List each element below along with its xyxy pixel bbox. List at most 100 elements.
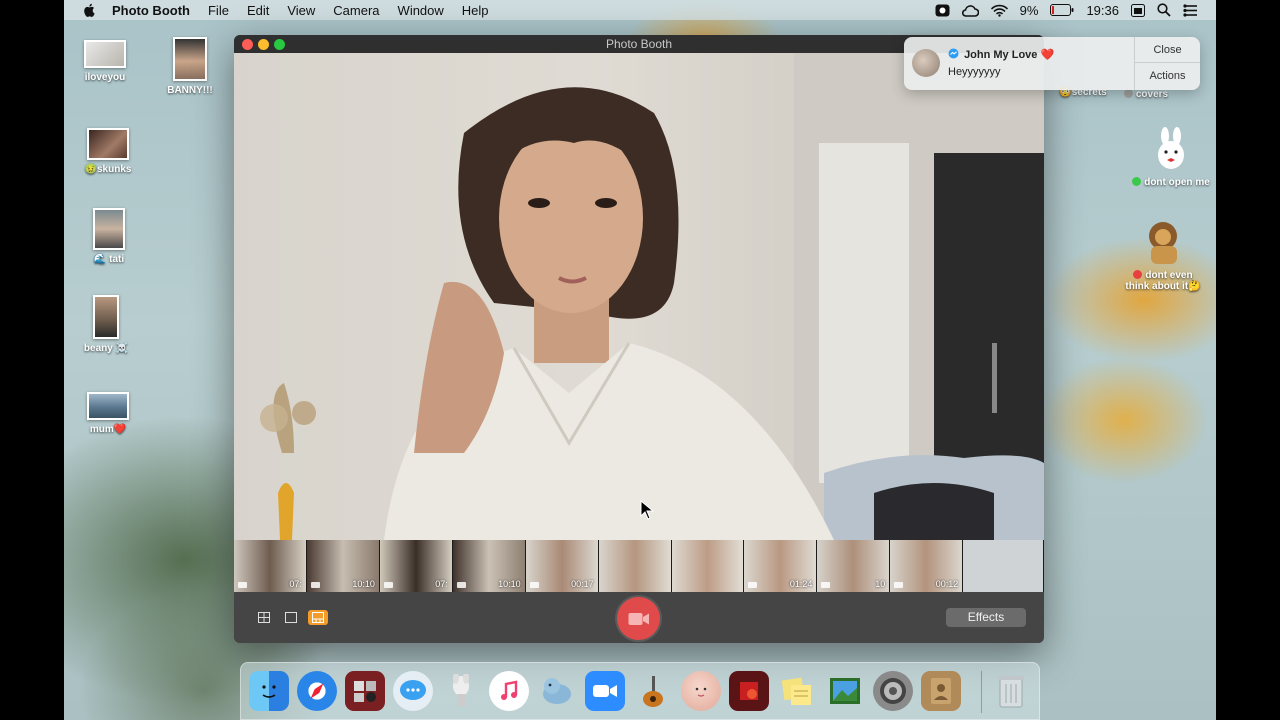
status-area: 9% 19:36: [935, 0, 1198, 20]
clip-duration: 10:10: [352, 579, 375, 589]
effects-button[interactable]: Effects: [946, 608, 1026, 627]
music-icon[interactable]: [489, 671, 529, 711]
search-icon[interactable]: [1157, 3, 1171, 17]
lion-icon: [1149, 222, 1177, 264]
clip-duration: 07:: [289, 579, 302, 589]
finder-icon[interactable]: [249, 671, 289, 711]
wifi-icon[interactable]: [990, 4, 1008, 17]
video-clip-icon: [456, 582, 466, 588]
notification-actions: Close Actions: [1134, 37, 1200, 90]
desktop-icon-covers[interactable]: covers: [1101, 89, 1191, 100]
desktop-icon-emoji: 🤢: [84, 164, 97, 175]
battery-percent[interactable]: 9%: [1020, 3, 1039, 18]
menu-view[interactable]: View: [287, 3, 315, 18]
stickies-icon[interactable]: [777, 671, 817, 711]
creative-cloud-icon[interactable]: [961, 4, 979, 17]
seal-app-icon[interactable]: [537, 671, 577, 711]
message-notification[interactable]: John My Love ❤️ Heyyyyyyy Close Actions: [904, 37, 1200, 90]
grid-view-button[interactable]: [254, 610, 274, 625]
filmstrip-view-button[interactable]: [308, 610, 328, 625]
desktop-icon-label: BANNY!!!: [167, 85, 213, 96]
mail-icon[interactable]: [441, 671, 481, 711]
thumbnail-clip[interactable]: 10:10: [306, 540, 380, 592]
apple-menu-icon[interactable]: [82, 3, 98, 17]
clock[interactable]: 19:36: [1086, 3, 1119, 18]
notification-close-button[interactable]: Close: [1135, 37, 1200, 63]
desktop-icon-beany[interactable]: beany ☠️: [64, 295, 151, 354]
thumbnail-strip: 07: 10:10 07: 10:10 00:17 01:24 10 00:12: [234, 540, 1044, 592]
desktop-icon-skunks[interactable]: 🤢skunks: [64, 128, 153, 175]
desktop-icon-label-line2: think about it: [1125, 281, 1189, 292]
record-button[interactable]: [617, 597, 660, 640]
menu-camera[interactable]: Camera: [333, 3, 379, 18]
messages-icon[interactable]: [393, 671, 433, 711]
face-app-icon[interactable]: [681, 671, 721, 711]
screen-record-icon[interactable]: [935, 4, 950, 17]
clip-duration: 01:24: [789, 579, 813, 589]
filmstrip-view-icon: [312, 612, 324, 623]
desktop-icon-banny[interactable]: BANNY!!!: [145, 37, 235, 96]
menu-window[interactable]: Window: [398, 3, 444, 18]
photo-booth-window: Photo Booth 07: 10:10 07: 10:10 00:17 01…: [234, 35, 1044, 643]
desktop-icon-emoji: ☠️: [115, 343, 129, 354]
desktop-icon-emoji: 🤔: [1188, 281, 1201, 292]
desktop-icon-emoji: ❤️: [113, 424, 127, 435]
desktop-icon-label: mum: [89, 424, 114, 435]
video-clip-icon: [748, 582, 758, 588]
thumbnail-clip[interactable]: 07:: [234, 540, 307, 592]
preview-icon[interactable]: [825, 671, 865, 711]
thumbnail-clip[interactable]: 00:12: [890, 540, 964, 592]
system-preferences-icon[interactable]: [873, 671, 913, 711]
thumbnail-clip[interactable]: 01:24: [744, 540, 818, 592]
contacts-icon[interactable]: [921, 671, 961, 711]
desktop-icon-iloveyou[interactable]: iloveyou: [64, 40, 150, 83]
avatar: [912, 49, 940, 77]
camera-preview: [234, 53, 1044, 540]
video-clip-icon: [894, 582, 904, 588]
menu-app-name[interactable]: Photo Booth: [112, 3, 190, 18]
thumbnail-clip-recording[interactable]: [963, 540, 1044, 592]
mouse-cursor-icon: [640, 500, 654, 520]
clip-duration: 10: [875, 579, 886, 589]
control-center-icon[interactable]: [1183, 3, 1198, 17]
calendar-icon[interactable]: [1131, 3, 1145, 17]
file-thumbnail: [87, 128, 129, 160]
desktop-icon-tati[interactable]: 🌊 tati: [64, 208, 154, 265]
photo-booth-alt-icon[interactable]: [729, 671, 769, 711]
garageband-icon[interactable]: [633, 671, 673, 711]
thumbnail-clip[interactable]: [671, 540, 745, 592]
thumbnail-clip[interactable]: 10: [817, 540, 891, 592]
fullscreen-window-button[interactable]: [274, 39, 285, 50]
video-camera-icon: [628, 612, 649, 625]
video-clip-icon: [310, 582, 320, 588]
desktop-icon-dont-even-think[interactable]: dont even think about it🤔: [1108, 220, 1216, 292]
thumbnail-clip[interactable]: 10:10: [452, 540, 526, 592]
thumbnail-clip[interactable]: 07:: [379, 540, 453, 592]
video-clip-icon: [238, 582, 247, 588]
notification-actions-button[interactable]: Actions: [1135, 63, 1200, 89]
file-thumbnail: [173, 37, 207, 81]
notification-sender-name: John My Love ❤️: [964, 49, 1055, 61]
video-clip-icon: [821, 582, 831, 588]
notification-sender: John My Love ❤️: [948, 48, 1054, 61]
single-view-button[interactable]: [281, 610, 301, 625]
desktop-icon-label: covers: [1135, 89, 1169, 100]
menu-edit[interactable]: Edit: [247, 3, 269, 18]
trash-icon[interactable]: [991, 671, 1031, 711]
zoom-icon[interactable]: [585, 671, 625, 711]
file-thumbnail: [87, 392, 129, 420]
battery-icon[interactable]: [1050, 4, 1074, 16]
menu-file[interactable]: File: [208, 3, 229, 18]
file-thumbnail: [84, 40, 126, 68]
thumbnail-clip[interactable]: [598, 540, 672, 592]
safari-icon[interactable]: [297, 671, 337, 711]
file-thumbnail: [93, 208, 125, 250]
close-window-button[interactable]: [242, 39, 253, 50]
desktop-icon-emoji: 🌊: [93, 254, 107, 265]
photo-booth-icon[interactable]: [345, 671, 385, 711]
minimize-window-button[interactable]: [258, 39, 269, 50]
thumbnail-clip[interactable]: 00:17: [525, 540, 599, 592]
menu-help[interactable]: Help: [462, 3, 489, 18]
desktop-icon-mum[interactable]: mum❤️: [64, 392, 153, 435]
desktop-icon-dont-open-me[interactable]: dont open me: [1116, 127, 1216, 188]
